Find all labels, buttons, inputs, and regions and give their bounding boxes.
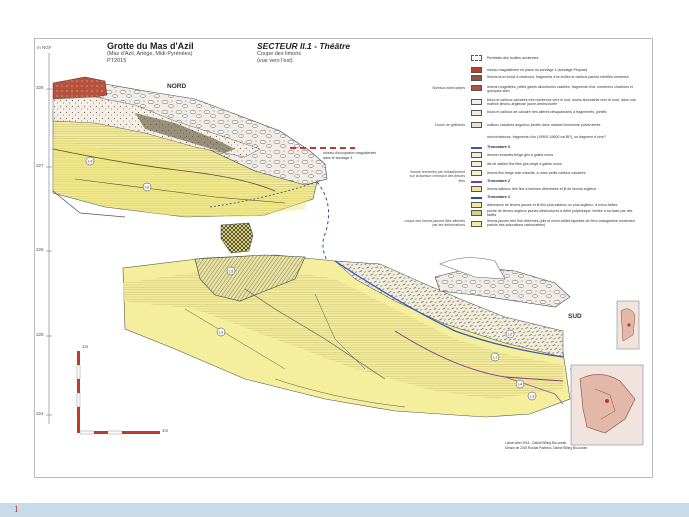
- scale-horizontal-label: 1m: [162, 428, 169, 433]
- legend-item-9: limons remaniés beige gris à galets mous: [487, 153, 554, 157]
- legend-swatch-13: [471, 186, 482, 192]
- layer-label-8: L3: [530, 394, 535, 399]
- legend-item-7: microcharbons, fragments d'os (19900-196…: [487, 135, 606, 139]
- sampling-note: niveau d'occupation magdalénien dans le …: [323, 151, 376, 161]
- figure-title: Grotte du Mas d'Azil: [107, 41, 194, 51]
- legend-side-anthropic: Niveaux anthropisés: [432, 86, 465, 90]
- legend-swatch-6: [471, 122, 482, 128]
- legend-line-trunc2: [471, 181, 482, 183]
- credits: Lobsin Abel 2015 - Dalhof Wiling Bio-oce…: [505, 441, 587, 451]
- legend-item-8: Troncature 3: [487, 145, 510, 149]
- legend-line-trunc3: [471, 147, 482, 149]
- legend-swatch-16: [471, 210, 482, 216]
- legend-item-4: blocs et cailloux calcaires très nombreu…: [487, 98, 636, 106]
- legend-side-reworked: limons remaniés par ruissellement sur la…: [409, 170, 465, 183]
- scale-vertical-label: 1m: [82, 344, 89, 349]
- legend-item-16: poche de limons argileux jaunes déstruct…: [487, 209, 633, 217]
- location-inset: [570, 300, 644, 446]
- legend-swatch-3: [471, 85, 482, 91]
- elevation-unit: m NGF: [37, 45, 52, 50]
- legend-item-12: Troncature 2: [487, 179, 510, 183]
- legend-swatch-17: [471, 221, 482, 227]
- layer-label-2: L6: [145, 185, 150, 190]
- section-view: (vue vers l'est): [257, 58, 293, 64]
- legend-item-14: Troncature 1: [487, 195, 510, 199]
- isolated-lens: [220, 222, 254, 254]
- legend-item-15: alternance de limons jaunes et lit fins …: [487, 203, 618, 207]
- legend-line-trunc1: [471, 197, 482, 199]
- legend-swatch-0: [471, 55, 482, 61]
- layer-label-3: L5: [229, 269, 234, 274]
- legend-item-6: cailloux calcaires anguleux jointifs dan…: [487, 123, 601, 127]
- legend-swatch-4: [471, 99, 482, 105]
- bottom-mark: 1: [14, 504, 19, 514]
- legend-swatch-2: [471, 75, 482, 81]
- legend-item-1: niveau magdalénien en place du sondage 4…: [487, 68, 588, 72]
- sampling-note-line-2: dans le sondage 4: [323, 156, 353, 160]
- scale-bar: [76, 351, 160, 435]
- elevation-tick-325: 325: [36, 332, 44, 337]
- legend-side-falls: Zones de gélifracts: [434, 123, 465, 127]
- legend-swatch-1: [471, 67, 482, 73]
- layer-label-7: L4: [518, 382, 523, 387]
- legend-swatch-10: [471, 161, 482, 167]
- legend-swatch-9: [471, 152, 482, 158]
- legend-swatch-15: [471, 202, 482, 208]
- compass-north: NORD: [167, 83, 187, 90]
- layer-reddish-north: [52, 76, 108, 100]
- legend-item-5: blocs et cailloux de calcaire très altér…: [487, 110, 607, 114]
- layer-label-4: L3: [219, 330, 224, 335]
- figure-frame: L4 L6 L5 L3 L2 L1 L4 L3 Grotte du Mas d'…: [34, 38, 653, 478]
- layer-label-1: L4: [88, 159, 93, 164]
- bottom-band: [0, 503, 689, 517]
- elevation-tick-328: 328: [36, 85, 44, 90]
- section-name: Coupe des limons: [257, 51, 302, 57]
- figure-subtitle-location: (Mas d'Azil, Ariège, Midi-Pyrénées): [107, 51, 193, 57]
- legend-item-17: limons jaunes très fins déformés (plis e…: [487, 219, 635, 227]
- legend-swatch-11: [471, 170, 482, 176]
- legend-item-2: limons brun foncé à charbons, fragments …: [487, 75, 629, 79]
- elevation-tick-327: 327: [36, 163, 44, 168]
- legend-item-11: limons fins beige clair massifs, à rares…: [487, 171, 586, 175]
- legend: Niveaux anthropisés Zones de gélifracts …: [405, 53, 645, 231]
- layer-label-5: L2: [508, 332, 513, 337]
- credits-line-2: Dessin de 2015 Rochat Pacheco, Dalhof Wi…: [505, 446, 588, 450]
- legend-swatch-5: [471, 110, 482, 116]
- legend-item-13: limons sableux très fins à lamines défor…: [487, 187, 597, 191]
- legend-side-deformed: coupe des limons jaunes lités affectés p…: [404, 219, 465, 228]
- elevation-tick-324: 324: [36, 411, 44, 416]
- sector-title: SECTEUR II.1 - Théâtre: [257, 41, 351, 51]
- layer-label-6: L1: [493, 355, 498, 360]
- legend-item-0: Remblais des fouilles anciennes: [487, 56, 539, 60]
- legend-item-10: lits de sables fins lités gris beige à g…: [487, 162, 562, 166]
- legend-item-3: limons rougeâtres, petits galets allocht…: [487, 85, 633, 93]
- figure-subtitle-code: PT2015: [107, 58, 127, 64]
- elevation-tick-326: 326: [36, 247, 44, 252]
- compass-south: SUD: [568, 313, 582, 320]
